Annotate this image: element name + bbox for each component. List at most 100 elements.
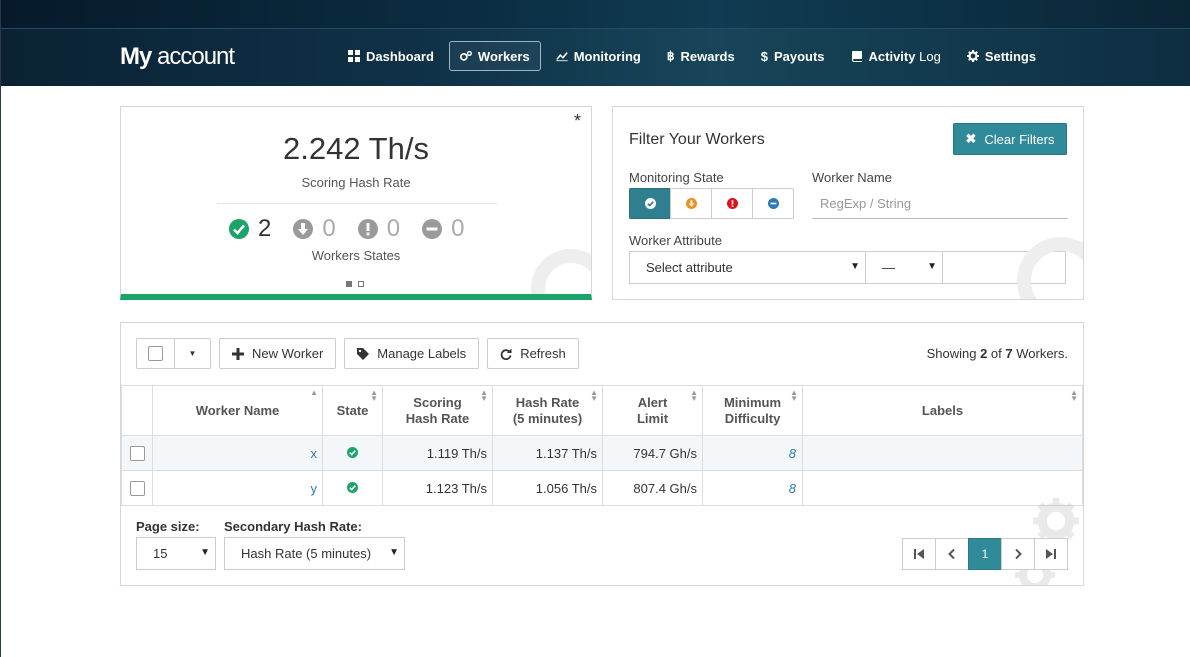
header-minimum-difficulty[interactable]: Minimum Difficulty ▲ ▼: [702, 385, 803, 436]
sort-icon: ▲: [310, 388, 318, 397]
labels-cell: [802, 435, 1083, 471]
filter-low-button[interactable]: [670, 188, 712, 219]
sort-icon: ▲ ▼: [480, 388, 488, 403]
alert-limit-cell: 807.4 Gh/s: [602, 470, 703, 506]
dashboard-icon: [348, 50, 360, 62]
chevron-right-icon: [1015, 549, 1022, 559]
next-page-button[interactable]: [1001, 538, 1035, 570]
workers-table: Worker Name ▲ State ▲ ▼ Scoring Hash Rate ▲ ▼ …: [121, 385, 1083, 506]
header-worker-name[interactable]: Worker Name ▲: [152, 385, 323, 436]
table-row[interactable]: y 1.123 Th/s 1.056 Th/s 807.4 Gh/s 8: [121, 470, 1083, 506]
minimum-difficulty-link[interactable]: 8: [702, 435, 803, 471]
caret-down-icon: ▼: [200, 547, 210, 558]
caret-down-icon: ▼: [389, 547, 399, 558]
refresh-button[interactable]: Refresh: [487, 338, 579, 369]
book-icon: [851, 51, 862, 62]
check-circle-icon: [644, 198, 656, 209]
secondary-hash-rate-label: Secondary Hash Rate:: [224, 519, 362, 534]
sort-icon: ▲ ▼: [1070, 388, 1078, 403]
nav-activity-log[interactable]: Activity Log: [840, 41, 952, 71]
operator-select[interactable]: — ▼: [865, 251, 943, 284]
sort-icon: ▲ ▼: [370, 388, 378, 403]
select-all-checkbox[interactable]: [137, 339, 174, 368]
page-1-button[interactable]: 1: [968, 538, 1002, 570]
close-icon: ✖: [965, 131, 977, 146]
check-circle-icon: [347, 481, 358, 493]
header-labels[interactable]: Labels ▲ ▼: [802, 385, 1083, 436]
previous-page-button[interactable]: [935, 538, 969, 570]
nav-workers[interactable]: Workers: [448, 41, 541, 71]
workers-table-card: ▼ New Worker Manage Labels Refresh Showi…: [120, 322, 1084, 586]
last-page-button[interactable]: [1034, 538, 1068, 570]
state-off[interactable]: 0: [422, 215, 464, 243]
filter-off-button[interactable]: [752, 188, 794, 219]
nav-monitoring[interactable]: Monitoring: [545, 41, 652, 71]
sort-icon: ▲ ▼: [690, 388, 698, 403]
first-page-icon: [914, 549, 924, 559]
minus-circle-icon: [422, 219, 443, 239]
attribute-filter-row: Select attribute ▼ — ▼: [629, 251, 1066, 284]
new-worker-button[interactable]: New Worker: [219, 338, 337, 369]
table-header-row: Worker Name ▲ State ▲ ▼ Scoring Hash Rate ▲ ▼ …: [121, 385, 1083, 436]
hash-rate-cell: 1.056 Th/s: [492, 470, 603, 506]
asterisk-marker: *: [573, 111, 581, 131]
manage-labels-button[interactable]: Manage Labels: [344, 338, 480, 369]
top-strip: [1, 0, 1190, 28]
tag-icon: [357, 347, 370, 360]
attribute-select[interactable]: Select attribute ▼: [629, 251, 866, 284]
select-dropdown-button[interactable]: ▼: [174, 339, 210, 368]
clear-filters-button[interactable]: ✖ Clear Filters: [953, 123, 1067, 155]
minus-circle-icon: [767, 198, 779, 209]
page-size-select[interactable]: 15 ▼: [136, 537, 216, 570]
state-ok[interactable]: 2: [229, 215, 271, 243]
arrow-down-circle-icon: [293, 219, 314, 239]
row-checkbox[interactable]: [121, 470, 153, 506]
workers-icon: [459, 50, 472, 61]
worker-name-input[interactable]: [812, 189, 1068, 219]
row-checkbox[interactable]: [121, 435, 153, 471]
logo[interactable]: [120, 0, 335, 4]
exclamation-circle-icon: [357, 219, 378, 239]
scoring-hash-rate-cell: 1.123 Th/s: [382, 470, 493, 506]
nav-dashboard[interactable]: Dashboard: [337, 41, 445, 71]
workers-states: 2 0 0 0: [229, 215, 464, 243]
header-state[interactable]: State ▲ ▼: [322, 385, 383, 436]
pagination: 1: [902, 538, 1068, 570]
filter-card: Filter Your Workers ✖ Clear Filters Moni…: [612, 106, 1084, 300]
exclamation-circle-icon: [726, 198, 738, 209]
carousel-dots: [346, 281, 364, 287]
state-dead[interactable]: 0: [357, 215, 400, 243]
workers-states-label: Workers States: [311, 248, 401, 263]
secondary-hash-rate-select[interactable]: Hash Rate (5 minutes) ▼: [224, 537, 405, 570]
monitoring-icon: [555, 52, 568, 62]
state-cell: [322, 470, 383, 506]
nav-rewards[interactable]: ฿ Rewards: [656, 41, 746, 71]
decorative-circle: [1017, 237, 1083, 299]
filter-title: Filter Your Workers: [629, 131, 765, 148]
scoring-hash-rate-label: Scoring Hash Rate: [301, 175, 411, 190]
arrow-down-circle-icon: [685, 198, 697, 209]
carousel-dot-2[interactable]: [358, 281, 364, 287]
plus-icon: [232, 347, 244, 360]
refresh-icon: [500, 348, 512, 360]
worker-name-link[interactable]: x: [152, 435, 323, 471]
page-size-label: Page size:: [136, 519, 200, 534]
first-page-button[interactable]: [902, 538, 936, 570]
table-row[interactable]: x 1.119 Th/s 1.137 Th/s 794.7 Gh/s 8: [121, 435, 1083, 471]
minimum-difficulty-link[interactable]: 8: [702, 470, 803, 506]
state-low[interactable]: 0: [293, 215, 336, 243]
nav-payouts[interactable]: $ Payouts: [750, 41, 836, 71]
monitoring-state-label: Monitoring State: [629, 170, 724, 185]
worker-name-link[interactable]: y: [152, 470, 323, 506]
filter-dead-button[interactable]: [711, 188, 753, 219]
filter-ok-button[interactable]: [629, 188, 671, 219]
check-circle-icon: [229, 219, 249, 239]
header-hash-rate-5min[interactable]: Hash Rate (5 minutes) ▲ ▼: [492, 385, 603, 436]
caret-down-icon: ▼: [850, 261, 860, 272]
nav-settings[interactable]: Settings: [956, 41, 1047, 71]
header-scoring-hash-rate[interactable]: Scoring Hash Rate ▲ ▼: [382, 385, 493, 436]
header-alert-limit[interactable]: Alert Limit ▲ ▼: [602, 385, 703, 436]
caret-down-icon: ▼: [188, 349, 197, 358]
monitoring-state-toggle: [629, 188, 794, 219]
carousel-dot-1[interactable]: [346, 281, 352, 287]
